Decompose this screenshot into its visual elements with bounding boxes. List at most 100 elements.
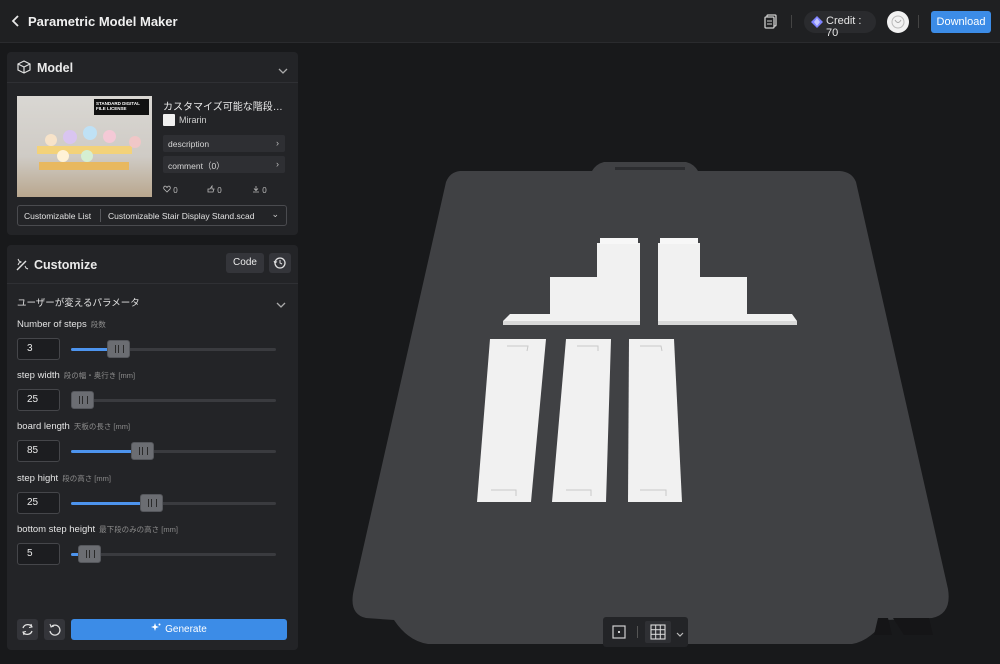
plate-corner-mark [874, 618, 933, 635]
thumbnail-figure [45, 134, 57, 146]
thumbnail-figure [83, 126, 97, 140]
divider [7, 283, 298, 284]
slider-handle[interactable] [78, 545, 101, 563]
param-name: Number of steps [17, 319, 87, 330]
slider-handle[interactable] [131, 442, 154, 460]
param-hint: 最下段のみの高さ [mm] [99, 525, 178, 534]
thumbnail-figure [63, 130, 77, 144]
download-count: 0 [262, 186, 267, 195]
thumbnail-figure [57, 150, 69, 162]
param-slider[interactable] [71, 545, 276, 563]
param-hint: 段の高さ [mm] [62, 474, 111, 483]
selected-file: Customizable Stair Display Stand.scad [108, 211, 255, 221]
plate-notch [615, 167, 685, 170]
chevron-down-icon[interactable] [675, 627, 685, 637]
credit-badge[interactable]: Credit : 70 [804, 11, 876, 39]
slider-handle[interactable] [140, 494, 163, 512]
license-badge: STANDARD DIGITAL FILE LICENSE [94, 99, 149, 115]
model-panel-title: Model [37, 61, 74, 75]
heart-icon [163, 185, 171, 193]
param-name: bottom step height [17, 524, 96, 535]
3d-viewport[interactable] [300, 44, 1000, 659]
thumbnail-figure [81, 150, 93, 162]
stair-side-left-edge [503, 321, 640, 325]
model-title[interactable]: カスタマイズ可能な階段デ... [163, 98, 291, 113]
stair-tab [660, 238, 698, 244]
undo-icon [49, 623, 61, 636]
frame-icon[interactable] [612, 625, 626, 639]
customize-panel: Customize Code ユーザーが変えるパラメータ Number of s… [7, 245, 298, 650]
credit-label: Credit : 70 [826, 15, 862, 39]
chevron-down-icon[interactable] [278, 63, 288, 74]
like-count: 0 [173, 186, 178, 195]
back-arrow-icon[interactable] [9, 14, 23, 28]
param-name: step hight [17, 473, 59, 484]
document-icon[interactable] [763, 13, 779, 29]
build-plate-scene [352, 162, 949, 644]
param-value-input[interactable]: 5 [17, 543, 60, 565]
customize-panel-title: Customize [34, 258, 98, 272]
customizable-list-label: Customizable List [24, 211, 92, 221]
thumbs-up-icon [207, 184, 215, 193]
param-hint: 天板の長さ [mm] [73, 422, 131, 431]
param-label: board length 天板の長さ [mm] [17, 421, 130, 432]
param-slider[interactable] [71, 442, 276, 460]
author-avatar-icon [163, 114, 175, 126]
param-name: board length [17, 421, 70, 432]
divider [100, 209, 101, 222]
boost-stat[interactable]: 0 [207, 184, 222, 195]
stair-side-right-edge [658, 321, 797, 325]
avatar[interactable] [887, 11, 909, 33]
param-slider[interactable] [71, 494, 276, 512]
thumbnail-shelf [39, 162, 129, 170]
thumbnail-figure [103, 130, 116, 143]
cube-icon [17, 60, 31, 74]
reset-button[interactable] [44, 619, 65, 640]
param-value-input[interactable]: 25 [17, 492, 60, 514]
model-thumbnail[interactable]: STANDARD DIGITAL FILE LICENSE [17, 96, 152, 197]
file-select[interactable]: Customizable List Customizable Stair Dis… [17, 205, 287, 226]
param-slider[interactable] [71, 391, 276, 409]
download-icon [253, 186, 259, 193]
download-button[interactable]: Download [931, 11, 991, 33]
comment-button[interactable]: comment（0） › [163, 156, 285, 173]
boost-count: 0 [217, 186, 222, 195]
param-slider[interactable] [71, 340, 276, 358]
param-hint: 段数 [90, 320, 106, 329]
separator [637, 626, 638, 638]
chevron-right-icon: › [276, 138, 279, 148]
like-stat[interactable]: 0 [163, 185, 178, 195]
slider-handle[interactable] [71, 391, 94, 409]
description-button[interactable]: description › [163, 135, 285, 152]
param-value-input[interactable]: 25 [17, 389, 60, 411]
author-name[interactable]: Mirarin [179, 115, 207, 125]
model-panel: Model STANDARD DIGITAL FILE LICENSE カスタマ… [7, 52, 298, 235]
separator [791, 15, 792, 28]
param-label: step width 段の幅・奥行き [mm] [17, 370, 135, 381]
param-value-input[interactable]: 85 [17, 440, 60, 462]
top-bar: Parametric Model Maker Credit : 70 Downl… [0, 0, 1000, 43]
chevron-right-icon: › [276, 159, 279, 169]
separator [918, 15, 919, 28]
param-label: bottom step height 最下段のみの高さ [mm] [17, 524, 178, 535]
grid-toggle[interactable] [645, 621, 671, 643]
generate-label: Generate [165, 624, 207, 635]
generate-button[interactable]: Generate [71, 619, 287, 640]
code-button[interactable]: Code [226, 253, 264, 273]
slider-handle[interactable] [107, 340, 130, 358]
sparkle-icon [151, 623, 161, 631]
chevron-down-icon[interactable] [276, 297, 286, 308]
param-name: step width [17, 370, 60, 381]
history-icon [273, 257, 286, 269]
chevron-down-icon: ⌄ [271, 209, 279, 219]
param-label: Number of steps 段数 [17, 319, 106, 330]
divider [7, 82, 298, 83]
sync-button[interactable] [17, 619, 38, 640]
page-title: Parametric Model Maker [28, 14, 178, 29]
comment-label: comment（0） [168, 161, 225, 171]
wand-icon [16, 258, 29, 271]
param-value-input[interactable]: 3 [17, 338, 60, 360]
download-stat[interactable]: 0 [252, 185, 267, 195]
history-button[interactable] [269, 253, 291, 273]
parameter-group-title[interactable]: ユーザーが変えるパラメータ [17, 295, 140, 309]
